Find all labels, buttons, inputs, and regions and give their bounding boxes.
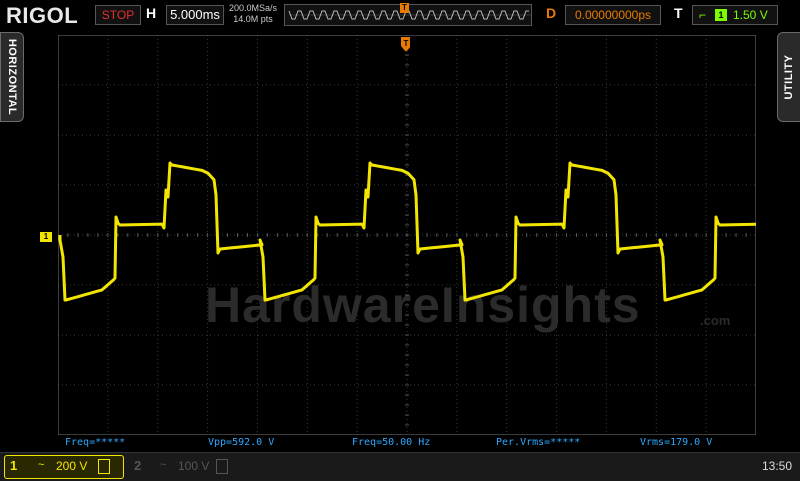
rigol-logo: RIGOL <box>6 3 79 28</box>
timebase-value[interactable]: 5.000ms <box>166 5 224 25</box>
top-status-bar: RIGOL STOP H 5.000ms 200.0MSa/s 14.0M pt… <box>0 0 800 30</box>
trigger-label: T <box>674 5 683 21</box>
measure-freq-1: Freq=***** <box>65 437 126 448</box>
horizontal-menu-tab[interactable]: HORIZONTAL <box>0 32 24 122</box>
utility-menu-tab[interactable]: UTILITY <box>777 32 800 122</box>
run-stop-indicator[interactable]: STOP <box>95 5 141 25</box>
channel-1-trace <box>58 161 756 302</box>
measure-per-vrms: Per.Vrms=***** <box>496 437 581 448</box>
graticule <box>58 35 756 435</box>
memory-depth: 14.0M pts <box>233 14 273 24</box>
delay-value[interactable]: 0.00000000ps <box>565 5 661 25</box>
horizontal-tab-label: HORIZONTAL <box>6 38 18 116</box>
measure-vrms: Vrms=179.0 V <box>640 437 713 448</box>
trigger-position-marker: T <box>400 3 409 13</box>
channel-2-probe-icon <box>216 459 228 474</box>
trigger-time-marker-icon: T <box>401 37 410 51</box>
system-clock: 13:50 <box>762 459 793 473</box>
channel-1-offset-marker[interactable]: 1 <box>40 232 52 242</box>
channel-1-number: 1 <box>10 458 18 473</box>
trigger-source-badge: 1 <box>715 9 727 21</box>
horizontal-label: H <box>146 5 157 21</box>
channel-2-coupling-ac-icon: ~ <box>160 459 167 471</box>
channel-1-scale: 200 V <box>56 459 88 473</box>
svg-text:T: T <box>404 39 409 48</box>
measure-freq-2: Freq=50.00 Hz <box>352 437 431 448</box>
utility-tab-label: UTILITY <box>783 54 795 100</box>
acquisition-info: 200.0MSa/s 14.0M pts <box>228 3 278 25</box>
channel-2-number[interactable]: 2 <box>134 458 141 473</box>
channel-1-probe-icon <box>98 459 110 474</box>
rising-edge-icon: ⌐ <box>699 8 707 22</box>
measure-vpp: Vpp=592.0 V <box>208 437 275 448</box>
sample-rate: 200.0MSa/s <box>228 3 278 13</box>
trigger-settings[interactable]: ⌐ 1 1.50 V <box>692 5 778 25</box>
trigger-level: 1.50 V <box>733 8 768 22</box>
waveform-display[interactable] <box>58 35 756 435</box>
channel-2-scale[interactable]: 100 V <box>178 459 209 473</box>
delay-label: D <box>546 5 557 21</box>
channel-1-coupling-ac-icon: ~ <box>38 459 45 471</box>
